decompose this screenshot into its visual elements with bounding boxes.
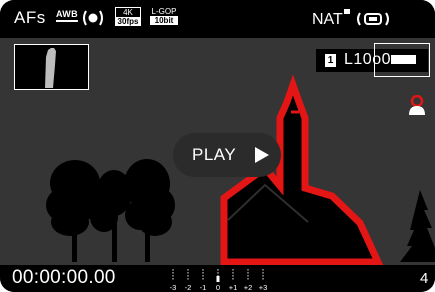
play-icon [255, 147, 269, 163]
meter-indicator [216, 276, 220, 282]
meter-tick [247, 275, 249, 277]
meter-label: +2 [244, 283, 253, 292]
meter-tick [232, 275, 234, 277]
meter-label: -2 [185, 283, 192, 292]
meter-tick [172, 272, 174, 274]
meter-tick [247, 278, 249, 280]
meter-tick [232, 278, 234, 280]
meter-label: -1 [200, 283, 207, 292]
meter-tick [262, 272, 264, 274]
meter-tick [262, 269, 264, 271]
meter-tick [187, 275, 189, 277]
meter-tick [202, 269, 204, 271]
histogram-preview [14, 44, 89, 90]
meter-tick [262, 275, 264, 277]
histogram-graph [45, 48, 56, 88]
meter-tick [187, 272, 189, 274]
meter-label: +1 [229, 283, 238, 292]
battery-indicator: 4 [420, 270, 429, 287]
stabilization-icon [83, 10, 103, 26]
meter-tick [247, 269, 249, 271]
white-balance-label[interactable]: AWB [56, 9, 78, 19]
battery-block-icon [391, 55, 416, 64]
meter-tick [202, 278, 204, 280]
meter-tick [262, 278, 264, 280]
pine-tree-silhouette [400, 190, 435, 262]
film-style-marker-icon [344, 9, 350, 14]
video-format-indicator[interactable]: 4K 30fps [115, 7, 141, 27]
film-style-label[interactable]: NAT [312, 11, 343, 29]
card-slot-number: 1 [325, 54, 336, 67]
af-mode-label[interactable]: AFs [14, 8, 46, 28]
play-label: PLAY [192, 145, 237, 164]
meter-label: -3 [170, 283, 177, 292]
video-resolution-text: 4K [115, 7, 141, 17]
compression-type-text: L-GOP [151, 7, 177, 16]
play-button[interactable]: PLAY [173, 133, 281, 177]
meter-tick [187, 269, 189, 271]
meter-tick [232, 272, 234, 274]
exposure-meter[interactable]: -3 -2 -1 0 +1 +2 +3 [166, 266, 281, 292]
camera-display: AFs AWB 4K 30fps L-GOP 10bit NAT 1 L10o0… [0, 0, 435, 292]
meter-tick [187, 278, 189, 280]
bit-depth-text: 10bit [150, 16, 178, 25]
meter-tick [172, 278, 174, 280]
meter-label: 0 [216, 283, 220, 292]
meter-tick [247, 272, 249, 274]
meter-tick [217, 272, 219, 274]
person-icon[interactable] [408, 95, 426, 115]
meter-tick [172, 269, 174, 271]
timecode-display: 00:00:00.00 [12, 267, 116, 288]
meter-tick [172, 275, 174, 277]
meter-tick [217, 269, 219, 271]
tree-silhouettes [46, 159, 175, 262]
compression-indicator[interactable]: L-GOP 10bit [150, 7, 178, 27]
meter-label: +3 [259, 283, 268, 292]
video-framerate-text: 30fps [115, 17, 141, 26]
meter-tick [202, 272, 204, 274]
meter-tick [202, 275, 204, 277]
stabilization-icon [357, 12, 389, 26]
meter-tick [232, 269, 234, 271]
